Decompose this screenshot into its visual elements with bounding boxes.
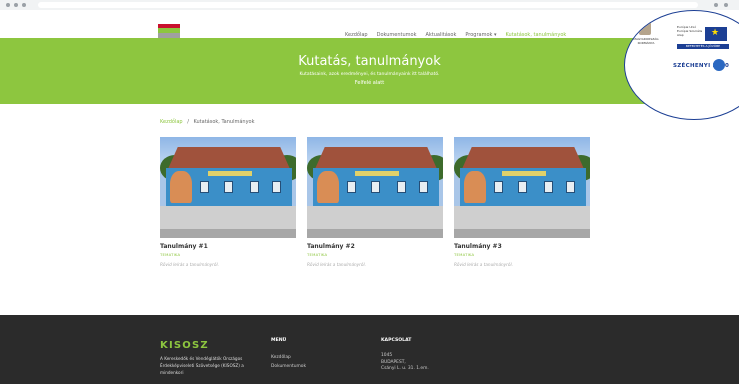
study-card-description: Rövid leírás a tanulmányról. [307,262,366,267]
study-card-title[interactable]: Tanulmány #1 [160,243,296,250]
breadcrumb: Kezdőlap / Kutatások, Tanulmányok [160,119,255,125]
study-card-title[interactable]: Tanulmány #3 [454,243,590,250]
study-card-description: Rövid leírás a tanulmányról. [454,262,513,267]
breadcrumb-separator: / [187,119,189,125]
government-label: MAGYARORSZÁG KORMÁNYA [633,37,659,45]
back-icon[interactable] [6,3,10,7]
footer-contact-heading: KAPCSOLAT [381,338,412,343]
study-card-image[interactable] [160,137,296,238]
study-card-category[interactable]: TEMATIKA [160,252,296,257]
footer-about: A Kereskedők és Vendéglátók Országos Érd… [160,356,244,375]
menu-icon[interactable] [724,3,728,7]
footer-menu-item[interactable]: Kezdőlap [271,353,306,362]
study-card-description: Rövid leírás a tanulmányról. [160,262,219,267]
study-card-image[interactable] [307,137,443,238]
address-bar[interactable] [38,2,698,8]
site-footer: KISOSZ A Kereskedők és Vendéglátók Orszá… [0,315,739,384]
study-card[interactable]: Tanulmány #1 TEMATIKA Rövid leírás a tan… [160,137,296,267]
footer-contact-line: Csányi L. u. 31. 1.em. [381,366,429,371]
forward-icon[interactable] [14,3,18,7]
eu-slogan: BEFEKTETÉS A JÖVŐBE [677,44,729,49]
study-card-image[interactable] [454,137,590,238]
site-header: Kezdőlap Dokumentumok Aktualitások Progr… [0,10,739,38]
szechenyi-logo-icon [713,59,725,71]
study-card[interactable]: Tanulmány #2 TEMATIKA Rövid leírás a tan… [307,137,443,267]
study-card-category[interactable]: TEMATIKA [307,252,443,257]
eu-flag-icon [705,27,727,41]
footer-brand: KISOSZ [160,340,209,351]
site-logo-icon[interactable] [158,24,180,38]
reload-icon[interactable] [22,3,26,7]
browser-toolbar [0,0,739,10]
eu-fund-label: Európai Unió Európai Szociális Alap [677,25,703,37]
study-card-category[interactable]: TEMATIKA [454,252,590,257]
footer-menu-heading: MENÜ [271,338,287,343]
study-card-title[interactable]: Tanulmány #2 [307,243,443,250]
footer-menu: Kezdőlap Dokumentumok [271,353,306,371]
footer-menu-item[interactable]: Dokumentumok [271,362,306,371]
extension-icon[interactable] [714,3,718,7]
coat-of-arms-icon [639,21,651,35]
breadcrumb-current: Kutatások, Tanulmányok [193,119,255,125]
footer-contact: 1045 BUDAPEST, Csányi L. u. 31. 1.em. [381,353,429,373]
study-card[interactable]: Tanulmány #3 TEMATIKA Rövid leírás a tan… [454,137,590,267]
breadcrumb-home[interactable]: Kezdőlap [160,119,183,125]
